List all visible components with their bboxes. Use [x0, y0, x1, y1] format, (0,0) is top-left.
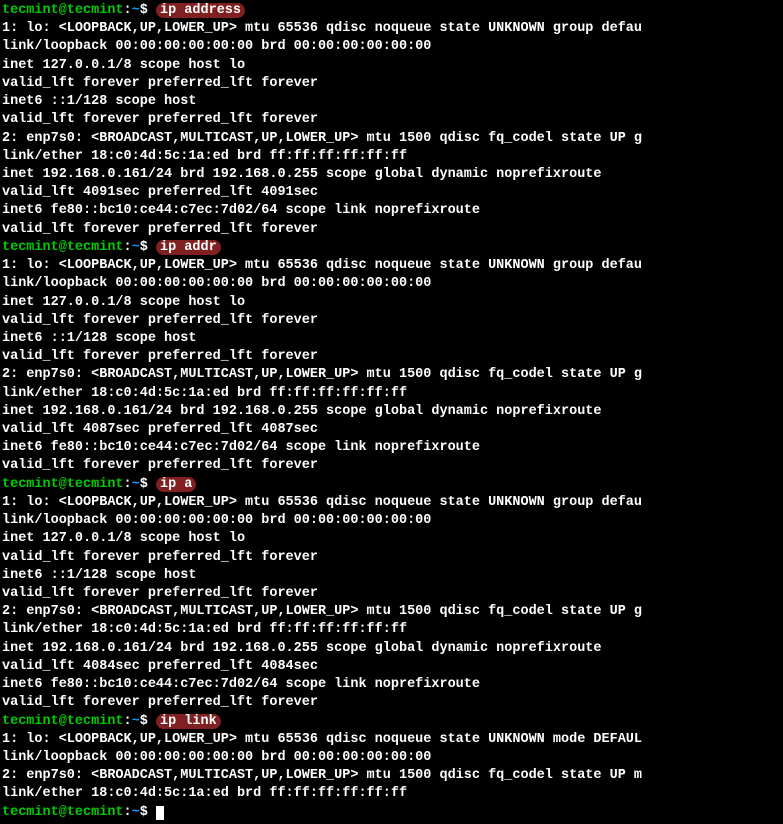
output-line: inet6 fe80::bc10:ce44:c7ec:7d02/64 scope… — [2, 676, 781, 694]
path: ~ — [132, 3, 140, 18]
dollar: $ — [140, 805, 148, 820]
output-line: inet 192.168.0.161/24 brd 192.168.0.255 … — [2, 403, 781, 421]
path: ~ — [132, 714, 140, 729]
output-line: inet6 ::1/128 scope host — [2, 93, 781, 111]
output-line: link/ether 18:c0:4d:5c:1a:ed brd ff:ff:f… — [2, 621, 781, 639]
colon: : — [124, 477, 132, 492]
cursor — [156, 806, 164, 820]
output-line: link/loopback 00:00:00:00:00:00 brd 00:0… — [2, 749, 781, 767]
path: ~ — [132, 805, 140, 820]
dollar: $ — [140, 714, 148, 729]
output-line: valid_lft forever preferred_lft forever — [2, 111, 781, 129]
prompt-line[interactable]: tecmint@tecmint:~$ ip address — [2, 2, 781, 20]
dollar: $ — [140, 3, 148, 18]
output-line: valid_lft forever preferred_lft forever — [2, 585, 781, 603]
terminal-output: tecmint@tecmint:~$ ip address 1: lo: <LO… — [2, 2, 781, 822]
output-line: 2: enp7s0: <BROADCAST,MULTICAST,UP,LOWER… — [2, 767, 781, 785]
output-line: 1: lo: <LOOPBACK,UP,LOWER_UP> mtu 65536 … — [2, 257, 781, 275]
prompt-line[interactable]: tecmint@tecmint:~$ ip a — [2, 476, 781, 494]
output-line: 1: lo: <LOOPBACK,UP,LOWER_UP> mtu 65536 … — [2, 20, 781, 38]
output-line: link/ether 18:c0:4d:5c:1a:ed brd ff:ff:f… — [2, 385, 781, 403]
output-line: link/ether 18:c0:4d:5c:1a:ed brd ff:ff:f… — [2, 785, 781, 803]
user: tecmint — [2, 714, 59, 729]
output-line: 2: enp7s0: <BROADCAST,MULTICAST,UP,LOWER… — [2, 603, 781, 621]
output-line: valid_lft forever preferred_lft forever — [2, 694, 781, 712]
user: tecmint — [2, 805, 59, 820]
output-line: valid_lft forever preferred_lft forever — [2, 348, 781, 366]
dollar: $ — [140, 477, 148, 492]
output-line: inet 127.0.0.1/8 scope host lo — [2, 530, 781, 548]
prompt-line[interactable]: tecmint@tecmint:~$ ip addr — [2, 239, 781, 257]
host: tecmint — [67, 3, 124, 18]
colon: : — [124, 714, 132, 729]
output-line: valid_lft forever preferred_lft forever — [2, 221, 781, 239]
output-line: 1: lo: <LOOPBACK,UP,LOWER_UP> mtu 65536 … — [2, 494, 781, 512]
output-line: 1: lo: <LOOPBACK,UP,LOWER_UP> mtu 65536 … — [2, 731, 781, 749]
output-line: link/loopback 00:00:00:00:00:00 brd 00:0… — [2, 512, 781, 530]
user: tecmint — [2, 240, 59, 255]
at: @ — [59, 240, 67, 255]
output-line: link/ether 18:c0:4d:5c:1a:ed brd ff:ff:f… — [2, 148, 781, 166]
output-line: inet 127.0.0.1/8 scope host lo — [2, 294, 781, 312]
output-line: link/loopback 00:00:00:00:00:00 brd 00:0… — [2, 38, 781, 56]
colon: : — [124, 3, 132, 18]
output-line: inet6 fe80::bc10:ce44:c7ec:7d02/64 scope… — [2, 202, 781, 220]
output-line: link/loopback 00:00:00:00:00:00 brd 00:0… — [2, 275, 781, 293]
prompt-line-active[interactable]: tecmint@tecmint:~$ — [2, 804, 781, 822]
host: tecmint — [67, 805, 124, 820]
output-line: valid_lft forever preferred_lft forever — [2, 312, 781, 330]
host: tecmint — [67, 714, 124, 729]
prompt-line[interactable]: tecmint@tecmint:~$ ip link — [2, 713, 781, 731]
output-line: valid_lft 4091sec preferred_lft 4091sec — [2, 184, 781, 202]
path: ~ — [132, 240, 140, 255]
command-ip-addr: ip addr — [156, 240, 221, 255]
output-line: inet6 ::1/128 scope host — [2, 567, 781, 585]
command-ip-a: ip a — [156, 477, 196, 492]
user: tecmint — [2, 3, 59, 18]
output-line: inet6 ::1/128 scope host — [2, 330, 781, 348]
path: ~ — [132, 477, 140, 492]
output-line: inet6 fe80::bc10:ce44:c7ec:7d02/64 scope… — [2, 439, 781, 457]
at: @ — [59, 3, 67, 18]
host: tecmint — [67, 240, 124, 255]
host: tecmint — [67, 477, 124, 492]
command-ip-link: ip link — [156, 714, 221, 729]
output-line: valid_lft forever preferred_lft forever — [2, 549, 781, 567]
output-line: valid_lft 4084sec preferred_lft 4084sec — [2, 658, 781, 676]
output-line: valid_lft 4087sec preferred_lft 4087sec — [2, 421, 781, 439]
colon: : — [124, 240, 132, 255]
at: @ — [59, 714, 67, 729]
command-ip-address: ip address — [156, 3, 245, 18]
at: @ — [59, 477, 67, 492]
output-line: 2: enp7s0: <BROADCAST,MULTICAST,UP,LOWER… — [2, 366, 781, 384]
colon: : — [124, 805, 132, 820]
dollar: $ — [140, 240, 148, 255]
output-line: valid_lft forever preferred_lft forever — [2, 457, 781, 475]
user: tecmint — [2, 477, 59, 492]
at: @ — [59, 805, 67, 820]
output-line: valid_lft forever preferred_lft forever — [2, 75, 781, 93]
output-line: inet 192.168.0.161/24 brd 192.168.0.255 … — [2, 640, 781, 658]
output-line: inet 192.168.0.161/24 brd 192.168.0.255 … — [2, 166, 781, 184]
output-line: 2: enp7s0: <BROADCAST,MULTICAST,UP,LOWER… — [2, 130, 781, 148]
output-line: inet 127.0.0.1/8 scope host lo — [2, 57, 781, 75]
